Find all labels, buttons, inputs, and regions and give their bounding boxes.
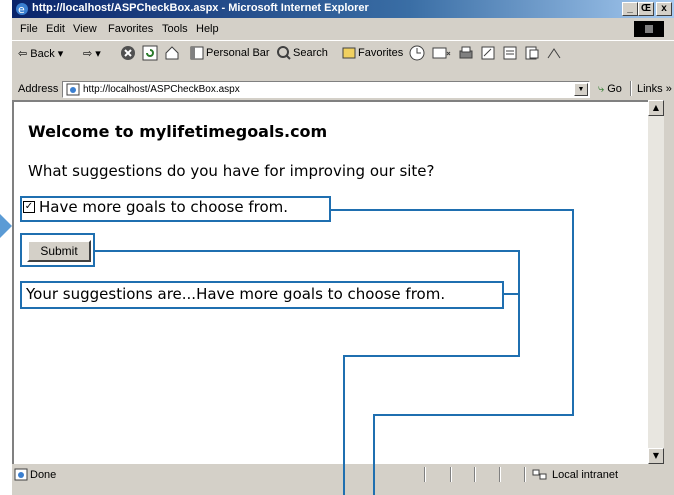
scroll-up-button[interactable]: ▲	[648, 100, 664, 116]
status-separator	[499, 467, 501, 482]
personal-bar-icon	[190, 46, 204, 60]
status-separator	[450, 467, 452, 482]
menu-edit[interactable]: Edit	[46, 23, 65, 35]
address-dropdown-button[interactable]: ▼	[574, 83, 588, 96]
windows-logo-icon	[634, 21, 664, 37]
stop-icon[interactable]	[120, 45, 136, 61]
favorites-button[interactable]: Favorites	[358, 47, 403, 59]
refresh-icon[interactable]	[142, 45, 158, 61]
menu-help[interactable]: Help	[196, 23, 219, 35]
forward-button[interactable]: ⇨ ▾	[83, 47, 101, 60]
callout-line	[518, 250, 520, 357]
vertical-scrollbar[interactable]: ▲ ▼	[648, 100, 664, 464]
menu-bar: File Edit View Favorites Tools Help	[12, 19, 674, 39]
question-text: What suggestions do you have for improvi…	[28, 162, 435, 180]
menu-favorites[interactable]: Favorites	[108, 23, 153, 35]
menu-tools[interactable]: Tools	[162, 23, 188, 35]
window-title: http://localhost/ASPCheckBox.aspx - Micr…	[32, 2, 369, 14]
minimize-button[interactable]: _	[622, 2, 638, 16]
print-icon[interactable]	[458, 45, 474, 61]
intranet-icon	[532, 469, 547, 480]
callout-line	[331, 209, 573, 211]
scroll-down-button[interactable]: ▼	[648, 448, 664, 464]
edit-icon[interactable]	[480, 45, 496, 61]
back-button[interactable]: ⇦ Back ▾	[18, 47, 63, 60]
page-heading: Welcome to mylifetimegoals.com	[28, 122, 328, 141]
title-bar: e http://localhost/ASPCheckBox.aspx - Mi…	[12, 0, 674, 18]
address-separator	[630, 81, 632, 96]
status-separator	[524, 467, 526, 482]
personal-bar-button[interactable]: Personal Bar	[206, 47, 270, 59]
security-zone: Local intranet	[552, 469, 619, 481]
home-icon[interactable]	[164, 45, 180, 61]
callout-arrow	[0, 214, 12, 238]
callout-box-submit	[20, 233, 95, 267]
menu-file[interactable]: File	[20, 23, 38, 35]
callout-line	[373, 414, 375, 495]
favorites-icon	[342, 47, 356, 59]
callout-line	[343, 355, 345, 495]
messenger-icon[interactable]	[524, 45, 540, 61]
close-button[interactable]: x	[656, 2, 672, 16]
menu-view[interactable]: View	[73, 23, 97, 35]
discuss-icon[interactable]	[502, 45, 518, 61]
address-input[interactable]: http://localhost/ASPCheckBox.aspx ▼	[62, 81, 590, 98]
ie-logo-icon: e	[16, 3, 28, 16]
links-button[interactable]: Links »	[637, 83, 672, 95]
callout-box-result	[20, 281, 504, 309]
status-separator	[474, 467, 476, 482]
go-label: Go	[607, 83, 622, 95]
maximize-button[interactable]: Œ	[638, 2, 654, 16]
go-arrow-icon: ⤷	[598, 83, 605, 95]
related-icon[interactable]	[546, 46, 562, 60]
callout-line	[95, 250, 520, 252]
go-button[interactable]: ⤷ Go	[598, 83, 622, 96]
status-page-icon	[14, 468, 28, 481]
callout-line	[373, 414, 574, 416]
search-icon	[277, 46, 291, 60]
status-text: Done	[30, 469, 57, 481]
status-separator	[424, 467, 426, 482]
address-bar: Address http://localhost/ASPCheckBox.asp…	[12, 80, 674, 100]
address-label: Address	[18, 83, 59, 95]
callout-box-checkbox	[20, 196, 331, 222]
svg-text:e: e	[18, 3, 25, 16]
history-icon[interactable]	[409, 45, 425, 61]
page-icon	[66, 83, 80, 96]
search-button[interactable]: Search	[293, 47, 328, 59]
address-url: http://localhost/ASPCheckBox.aspx	[83, 84, 240, 95]
callout-line	[343, 355, 520, 357]
toolbar: ⇦ Back ▾ ⇨ ▾ Personal Bar Search Favorit…	[12, 40, 674, 65]
mail-icon[interactable]	[432, 45, 452, 61]
callout-line	[572, 209, 574, 416]
